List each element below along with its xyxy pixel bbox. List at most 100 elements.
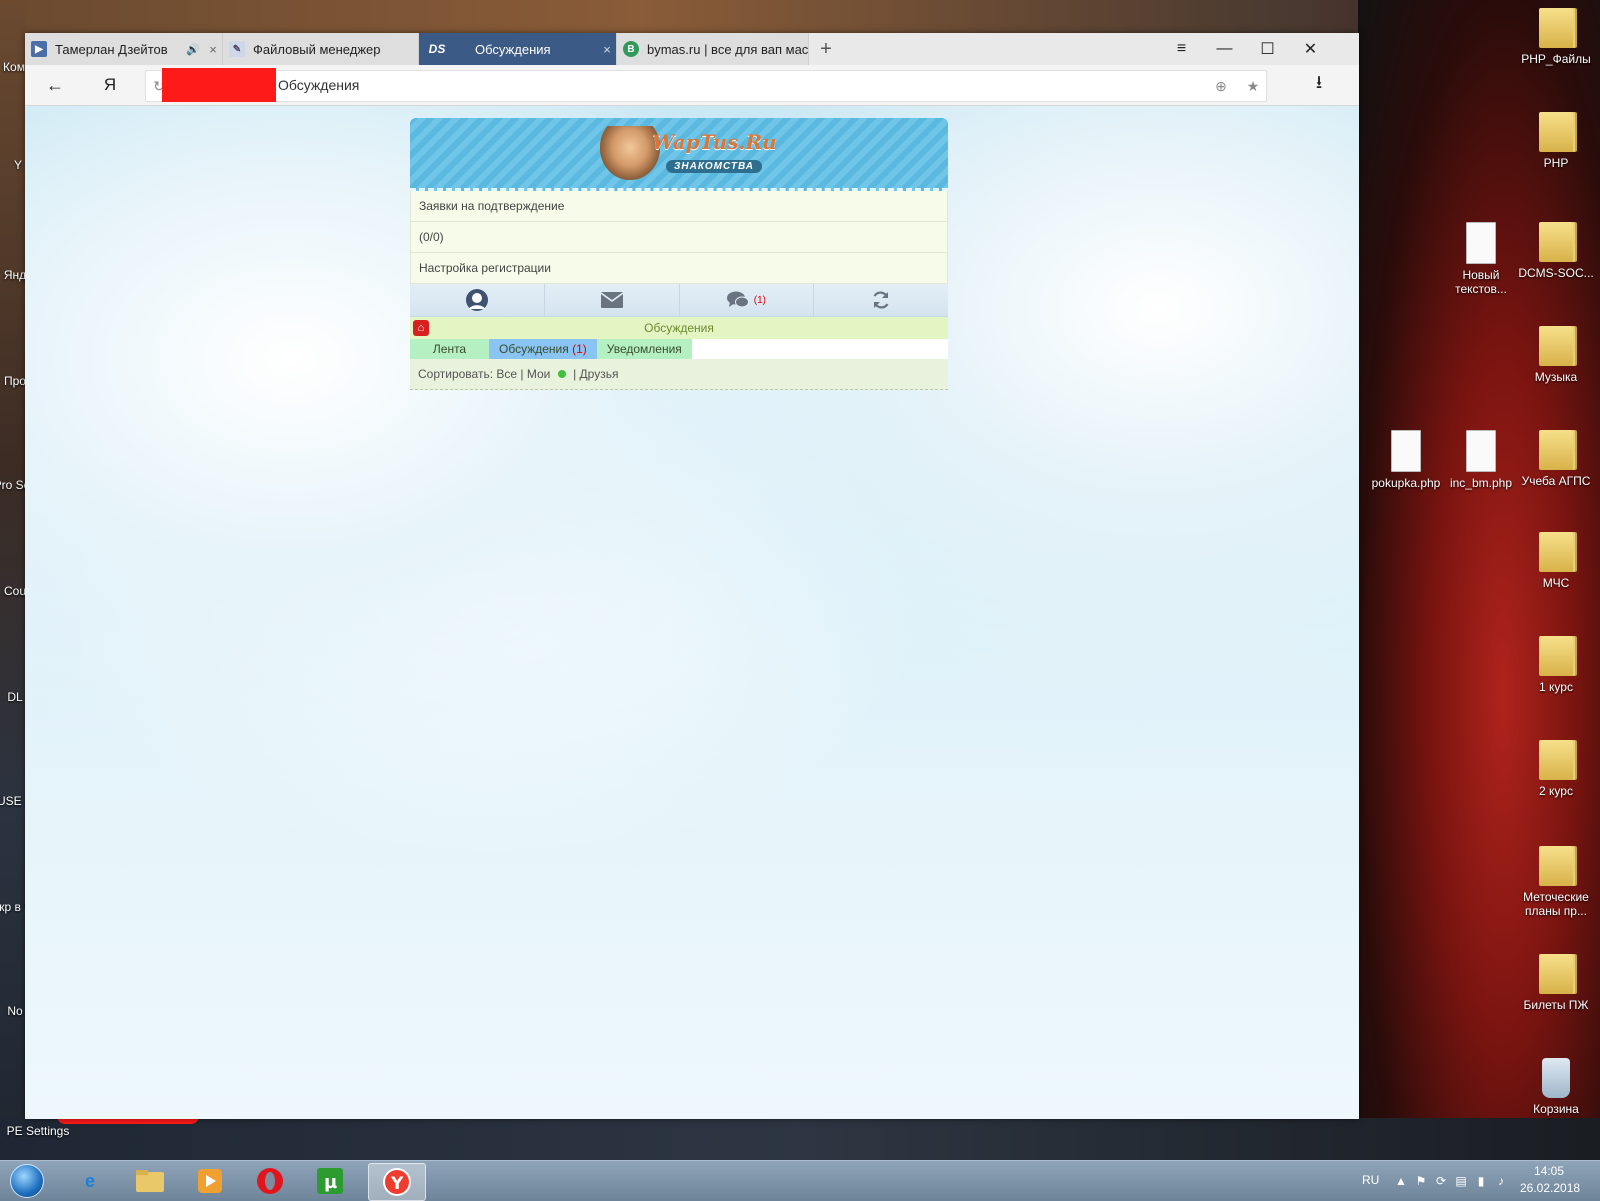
desktop-icon-label: Музыка: [1534, 370, 1578, 384]
volume-icon[interactable]: ♪: [1494, 1174, 1508, 1188]
desktop-icon-label: PHP: [1543, 156, 1569, 170]
tab-close-icon[interactable]: ×: [204, 42, 222, 57]
page-title: Обсуждения: [644, 321, 714, 335]
sort-friends-link[interactable]: Друзья: [580, 367, 619, 381]
mail-button[interactable]: [545, 284, 680, 316]
desktop-folder-php-files[interactable]: PHP_Файлы: [1516, 8, 1596, 66]
sort-bar: Сортировать: Все | Мои | Друзья: [410, 359, 948, 390]
tab-feed[interactable]: Лента: [410, 339, 489, 359]
network-icon[interactable]: ▤: [1454, 1174, 1468, 1188]
tray-expand-icon[interactable]: ▲: [1394, 1174, 1408, 1188]
sync-tray-icon[interactable]: ⟳: [1434, 1174, 1448, 1188]
clock-time[interactable]: 14:05: [1534, 1164, 1564, 1178]
folder-icon: [1539, 846, 1573, 886]
audio-icon[interactable]: 🔊: [186, 43, 200, 56]
desktop-folder-study[interactable]: Учеба АГПС: [1516, 430, 1596, 488]
tab-bymas[interactable]: B bymas.ru | все для вап маст: [617, 33, 809, 65]
battery-icon[interactable]: ▮: [1474, 1174, 1488, 1188]
folder-icon: [1539, 430, 1573, 470]
tab-tamerlan[interactable]: ▶ Тамерлан Дзейтов 🔊 ×: [25, 33, 223, 65]
folder-icon: [1539, 326, 1573, 366]
download-button[interactable]: ⭳: [1299, 65, 1339, 105]
yandex-button[interactable]: Я: [90, 65, 130, 105]
desktop-folder-music[interactable]: Музыка: [1516, 326, 1596, 384]
taskbar-yandex-browser[interactable]: Y: [368, 1163, 426, 1201]
link-pending-requests[interactable]: Заявки на подтверждение: [410, 191, 948, 222]
taskbar-media-player[interactable]: [182, 1163, 238, 1199]
folder-icon: [1539, 532, 1573, 572]
action-center-flag-icon[interactable]: ⚑: [1414, 1174, 1428, 1188]
sort-mine-link[interactable]: Мои: [527, 367, 551, 381]
back-button[interactable]: ←: [35, 65, 75, 105]
taskbar-explorer[interactable]: [122, 1163, 178, 1199]
desktop-folder-plans[interactable]: Меточеские планы пр...: [1516, 846, 1596, 918]
site-logo[interactable]: WapTus.Ru ЗНАКОМСТВА: [592, 124, 777, 182]
ds-favicon-icon: DS: [428, 42, 446, 56]
media-player-icon: [198, 1169, 222, 1193]
minimize-button[interactable]: —: [1203, 33, 1246, 65]
desktop-folder-course-2[interactable]: 2 курс: [1516, 740, 1596, 798]
desktop-folder-dcms[interactable]: DCMS-SOC...: [1516, 222, 1596, 280]
desktop-icon-label: PE Settings: [6, 1124, 70, 1138]
section-tabs: Лента Обсуждения (1) Уведомления: [410, 339, 948, 359]
page-viewport: WapTus.Ru ЗНАКОМСТВА Заявки на подтвержд…: [25, 106, 1359, 1119]
video-favicon-icon: ▶: [31, 41, 47, 57]
url-field[interactable]: ↻ Обсуждения ⊕ ★: [145, 68, 1267, 102]
tab-notifications[interactable]: Уведомления: [596, 339, 692, 359]
php-file-icon: [1391, 430, 1421, 472]
redaction-mark: [162, 68, 276, 102]
close-window-button[interactable]: ✕: [1289, 33, 1332, 65]
tab-discussions[interactable]: DS Обсуждения ×: [419, 33, 617, 65]
php-file-icon: [1466, 430, 1496, 472]
new-tab-button[interactable]: +: [810, 33, 842, 65]
logo-figure: [600, 126, 660, 180]
desktop-wallpaper-bottom: [0, 1118, 1600, 1160]
maximize-button[interactable]: ☐: [1246, 33, 1289, 65]
tab-strip: ▶ Тамерлан Дзейтов 🔊 × ✎ Файловый менедж…: [25, 33, 1359, 65]
separator: |: [573, 367, 577, 381]
tab-discussions-section[interactable]: Обсуждения (1): [489, 339, 597, 359]
desktop-folder-tickets[interactable]: Билеты ПЖ: [1516, 954, 1596, 1012]
menu-button[interactable]: ≡: [1160, 33, 1203, 65]
desktop-folder-course-1[interactable]: 1 курс: [1516, 636, 1596, 694]
start-button[interactable]: [4, 1162, 50, 1200]
desktop-file-inc-bm[interactable]: inc_bm.php: [1441, 430, 1521, 490]
sort-all-link[interactable]: Все: [496, 367, 517, 381]
bookmark-star-icon[interactable]: ★: [1244, 77, 1262, 95]
site-container: WapTus.Ru ЗНАКОМСТВА Заявки на подтвержд…: [410, 118, 948, 390]
desktop-file-new-text[interactable]: Новый текстов...: [1441, 222, 1521, 296]
refresh-button[interactable]: [814, 284, 948, 316]
taskbar-ie[interactable]: e: [62, 1163, 118, 1199]
desktop-folder-php[interactable]: PHP: [1516, 112, 1596, 170]
sort-label: Сортировать:: [418, 367, 494, 381]
desktop-icon-label: Меточеские планы пр...: [1523, 890, 1589, 918]
user-icon-bar: (1): [410, 284, 948, 317]
desktop-icon-pe-settings[interactable]: PE Settings: [0, 1124, 78, 1138]
desktop-folder-mchs[interactable]: МЧС: [1516, 532, 1596, 590]
chat-button[interactable]: (1): [680, 284, 815, 316]
taskbar-utorrent[interactable]: µ: [302, 1163, 358, 1199]
language-indicator[interactable]: RU: [1362, 1173, 1379, 1187]
tab-label: Уведомления: [606, 342, 682, 356]
clock-date[interactable]: 26.02.2018: [1520, 1181, 1580, 1195]
row-label: Заявки на подтверждение: [419, 199, 565, 213]
chat-count-badge: (1): [753, 294, 766, 306]
protect-icon[interactable]: ⊕: [1212, 77, 1230, 95]
desktop-file-pokupka[interactable]: pokupka.php: [1366, 430, 1446, 490]
tab-close-icon[interactable]: ×: [598, 42, 616, 57]
page-title-bar: ⌂ Обсуждения: [410, 317, 948, 339]
taskbar-opera[interactable]: [242, 1163, 298, 1199]
folder-icon: [1539, 740, 1573, 780]
bymas-favicon-icon: B: [623, 41, 639, 57]
online-dot-icon: [557, 369, 566, 378]
link-registration-settings[interactable]: Настройка регистрации: [410, 253, 948, 284]
tab-file-manager[interactable]: ✎ Файловый менеджер: [223, 33, 419, 65]
profile-button[interactable]: [410, 284, 545, 316]
folder-icon: [1539, 8, 1573, 48]
desktop-recycle-bin[interactable]: Корзина: [1516, 1058, 1596, 1116]
desktop-icon-label: 1 курс: [1539, 680, 1573, 694]
tab-label: Обсуждения: [499, 342, 569, 356]
desktop-icon-label: Про: [4, 374, 26, 388]
home-icon[interactable]: ⌂: [413, 320, 429, 336]
opera-icon: [257, 1168, 283, 1194]
